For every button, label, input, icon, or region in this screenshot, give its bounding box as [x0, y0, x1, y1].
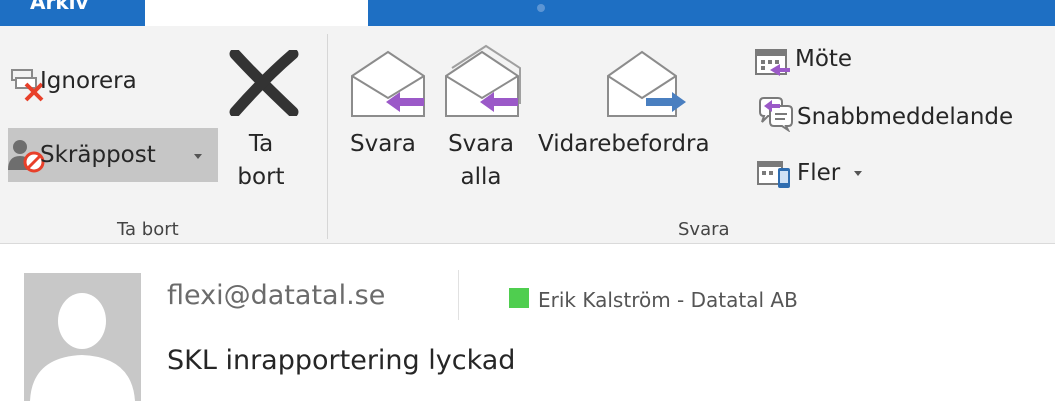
delete-label-line1: Ta — [248, 131, 274, 157]
delete-x-icon — [229, 50, 299, 116]
meeting-calendar-icon — [755, 49, 790, 76]
meeting-label: Möte — [795, 46, 853, 72]
chevron-down-icon — [194, 154, 202, 159]
reply-all-label-line2: alla — [460, 164, 502, 191]
reply-label: Svara — [350, 131, 416, 157]
forward-label: Vidarebefordra — [538, 131, 710, 157]
delete-label-line2: bort — [237, 164, 285, 191]
delete-label: Ta bort — [236, 128, 286, 195]
tab-strip: Arkiv — [0, 0, 1055, 30]
reply-all-envelope-icon — [445, 44, 521, 117]
group-separator — [327, 34, 328, 239]
ignore-label: Ignorera — [40, 68, 137, 94]
reply-envelope-icon — [351, 50, 425, 117]
tab-file[interactable]: Arkiv — [0, 0, 145, 26]
reply-all-label-line1: Svara — [448, 131, 514, 157]
tab-file-label: Arkiv — [30, 0, 89, 14]
avatar-silhouette — [30, 293, 135, 401]
reading-pane-header — [0, 244, 1055, 408]
header-separator — [458, 270, 459, 320]
instant-message-icon — [759, 97, 793, 132]
title-indicator-icon — [537, 4, 545, 12]
person-avatar-icon[interactable] — [24, 273, 141, 401]
chevron-down-icon — [854, 171, 862, 176]
more-respond-label: Fler — [797, 160, 841, 186]
mail-subject: SKL inrapportering lyckad — [167, 345, 516, 376]
sender-address[interactable]: flexi@datatal.se — [167, 280, 385, 311]
category-label[interactable]: Erik Kalström - Datatal AB — [538, 288, 798, 312]
more-respond-icon — [757, 161, 790, 188]
group-label-respond: Svara — [678, 219, 730, 240]
title-bar-area — [368, 0, 1055, 26]
outlook-window: Arkiv Ignorera Skräppost Ta bort Ta bort… — [0, 0, 1055, 408]
junk-label: Skräppost — [40, 142, 156, 168]
group-label-delete: Ta bort — [117, 219, 179, 240]
instant-message-label: Snabbmeddelande — [797, 104, 1014, 130]
category-color-icon — [509, 288, 529, 308]
reply-all-label: Svara alla — [446, 128, 516, 195]
forward-envelope-icon — [607, 50, 686, 117]
